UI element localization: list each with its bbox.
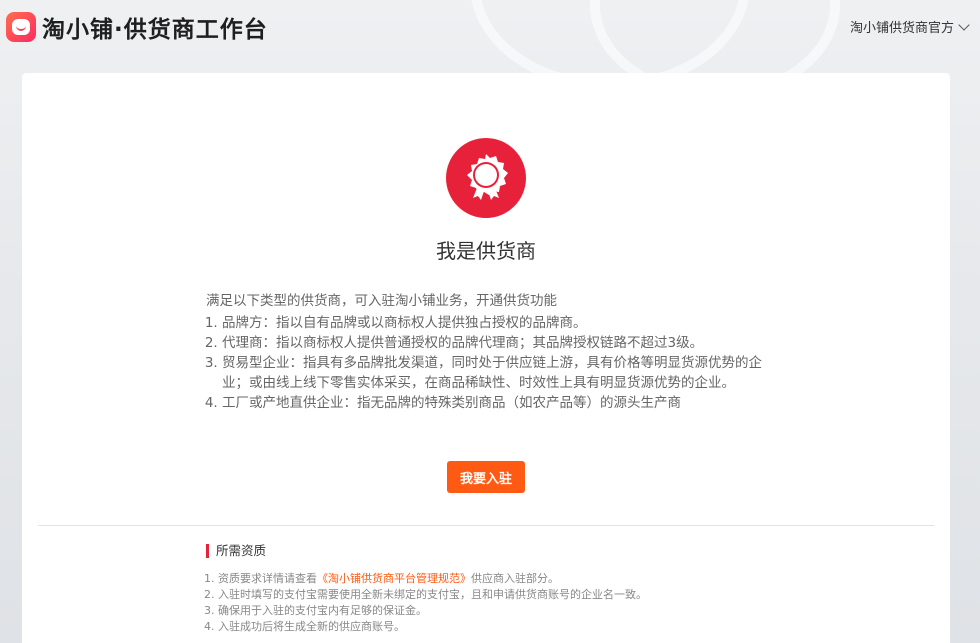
brand-title: 淘小铺·供货商工作台 <box>42 17 268 43</box>
page-title: 我是供货商 <box>436 239 536 263</box>
list-item: 确保用于入驻的支付宝内有足够的保证金。 <box>218 603 806 619</box>
divider <box>38 525 934 526</box>
list-item: 入驻时填写的支付宝需要使用全新未绑定的支付宝，且和申请供货商账号的企业名一致。 <box>218 587 806 603</box>
qualification-text: 供应商入驻部分。 <box>471 572 559 585</box>
description-intro: 满足以下类型的供货商，可入驻淘小铺业务，开通供货功能 <box>206 293 557 309</box>
account-label: 淘小铺供货商官方 <box>849 21 954 36</box>
platform-rules-link[interactable]: 《淘小铺供货商平台管理规范》 <box>317 572 471 585</box>
list-item: 贸易型企业：指具有多品牌批发渠道，同时处于供应链上游，具有价格等明显货源优势的企… <box>222 353 766 393</box>
qualification-list: 资质要求详情请查看《淘小铺供货商平台管理规范》供应商入驻部分。 入驻时填写的支付… <box>206 571 806 635</box>
award-badge-icon <box>446 138 526 218</box>
list-item: 品牌方：指以自有品牌或以商标权人提供独占授权的品牌商。 <box>222 313 766 333</box>
list-item: 入驻成功后将生成全新的供应商账号。 <box>218 619 806 635</box>
list-item: 资质要求详情请查看《淘小铺供货商平台管理规范》供应商入驻部分。 <box>218 571 806 587</box>
account-menu[interactable]: 淘小铺供货商官方 <box>849 17 970 36</box>
chevron-down-icon <box>958 18 970 31</box>
brand-logo[interactable]: 淘小铺·供货商工作台 <box>6 10 268 44</box>
main-card: 我是供货商 满足以下类型的供货商，可入驻淘小铺业务，开通供货功能 品牌方：指以自… <box>22 73 950 643</box>
supplier-description: 满足以下类型的供货商，可入驻淘小铺业务，开通供货功能 品牌方：指以自有品牌或以商… <box>206 291 766 413</box>
list-item: 代理商：指以商标权人提供普通授权的品牌代理商；其品牌授权链路不超过3级。 <box>222 333 766 353</box>
qualification-text: 资质要求详情请查看 <box>218 572 317 585</box>
section-title: 所需资质 <box>206 544 806 558</box>
qualifications-section: 所需资质 资质要求详情请查看《淘小铺供货商平台管理规范》供应商入驻部分。 入驻时… <box>206 544 806 635</box>
list-item: 工厂或产地直供企业：指无品牌的特殊类别商品（如农产品等）的源头生产商 <box>222 393 766 413</box>
apply-join-button[interactable]: 我要入驻 <box>447 461 525 493</box>
top-header: 淘小铺·供货商工作台 淘小铺供货商官方 <box>0 0 980 56</box>
taoxiaopu-logo-icon <box>6 12 36 42</box>
supplier-type-list: 品牌方：指以自有品牌或以商标权人提供独占授权的品牌商。 代理商：指以商标权人提供… <box>206 313 766 413</box>
